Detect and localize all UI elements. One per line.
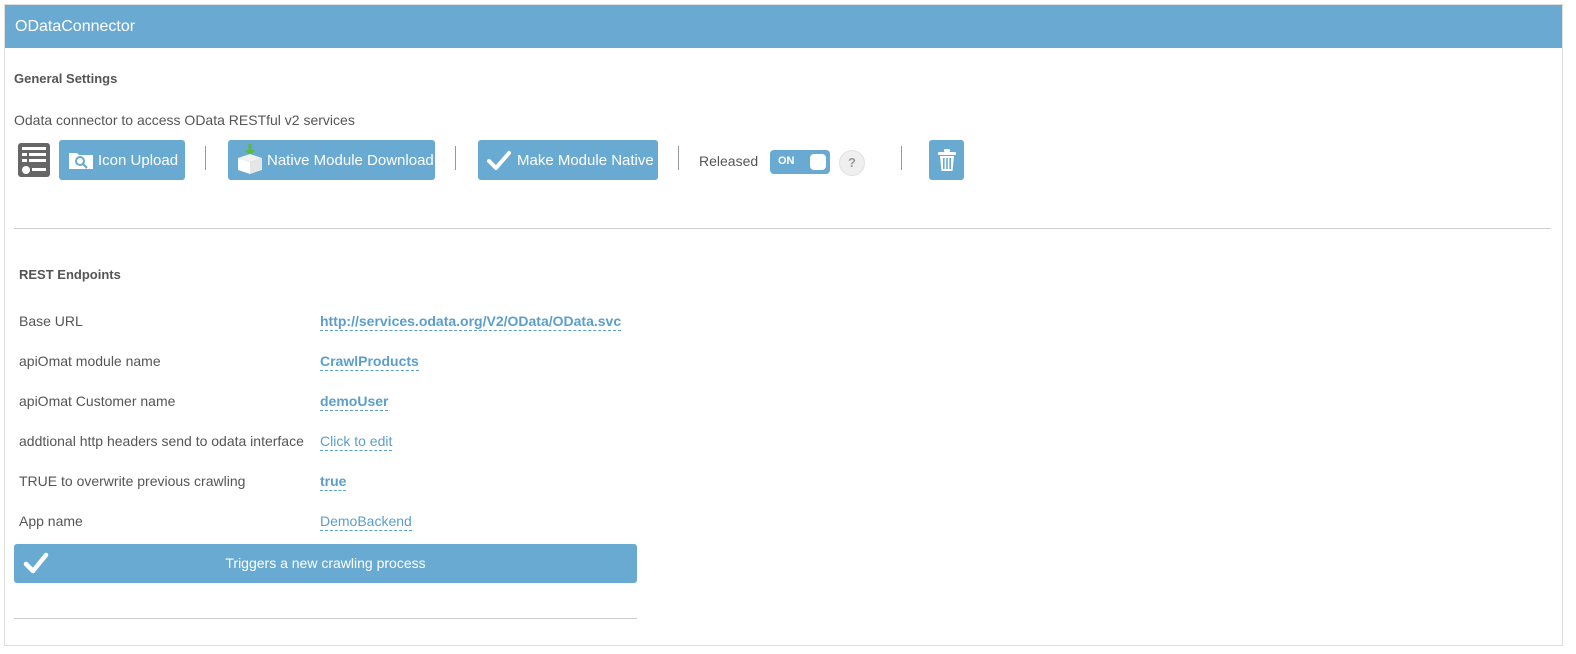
rest-endpoints-title: REST Endpoints [19,267,121,282]
http-headers-value[interactable]: Click to edit [320,433,393,451]
section-divider [14,228,1551,229]
trigger-crawling-label: Triggers a new crawling process [225,555,426,571]
icon-upload-button[interactable]: Icon Upload [59,140,185,180]
overwrite-crawling-value[interactable]: true [320,473,347,491]
released-toggle[interactable]: ON [770,150,830,174]
folder-search-icon [68,150,94,170]
toggle-knob [810,154,826,170]
bottom-divider [14,618,637,619]
native-module-download-button[interactable]: Native Module Download [228,140,435,180]
base-url-value[interactable]: http://services.odata.org/V2/OData/OData… [320,313,622,331]
make-module-native-label: Make Module Native [517,151,654,169]
module-name-value[interactable]: CrawlProducts [320,353,419,371]
base-url-label: Base URL [19,313,83,329]
trash-icon [937,149,956,171]
customer-name-value[interactable]: demoUser [320,393,389,411]
panel-header: ODataConnector [5,5,1562,48]
app-name-label: App name [19,513,83,529]
general-settings-title: General Settings [14,71,118,86]
help-button[interactable]: ? [839,150,865,176]
toolbar-separator [455,146,456,170]
overwrite-crawling-label: TRUE to overwrite previous crawling [19,473,246,489]
module-list-icon [18,143,50,180]
delete-module-button[interactable] [929,140,964,180]
trigger-crawling-button[interactable]: Triggers a new crawling process [14,544,637,583]
toolbar-separator [678,146,679,170]
module-description: Odata connector to access OData RESTful … [14,112,355,128]
app-name-value[interactable]: DemoBackend [320,513,412,531]
panel-title: ODataConnector [15,18,136,35]
http-headers-label: addtional http headers send to odata int… [19,433,304,449]
checkmark-icon [487,150,511,170]
icon-upload-label: Icon Upload [98,151,179,169]
toolbar-separator [901,146,902,170]
toggle-on-label: ON [778,155,795,167]
customer-name-label: apiOmat Customer name [19,393,176,409]
help-label: ? [848,155,856,170]
released-label: Released [699,153,759,169]
native-module-download-label: Native Module Download [267,151,434,169]
module-name-label: apiOmat module name [19,353,161,369]
toolbar-separator [205,146,206,170]
package-download-icon [236,144,264,176]
make-module-native-button[interactable]: Make Module Native [478,140,658,180]
